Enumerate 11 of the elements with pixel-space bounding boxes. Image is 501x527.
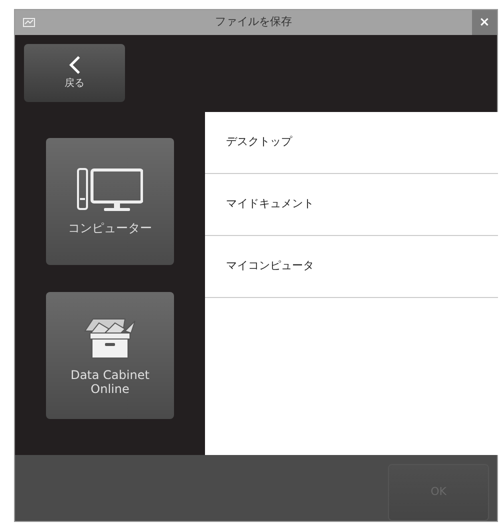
computer-icon <box>77 168 143 212</box>
window-title: ファイルを保存 <box>214 14 293 30</box>
chevron-left-icon <box>68 56 80 74</box>
folder-item[interactable]: マイドキュメント <box>205 174 498 236</box>
folder-item[interactable]: マイコンピュータ <box>205 236 498 298</box>
folder-item[interactable]: デスクトップ <box>205 112 498 174</box>
close-button[interactable]: × <box>472 10 497 35</box>
app-icon <box>23 18 35 27</box>
location-tile[interactable]: コンピューター <box>46 138 174 265</box>
back-button[interactable]: 戻る <box>24 44 125 102</box>
location-tile[interactable]: Data Cabinet Online <box>46 292 174 419</box>
